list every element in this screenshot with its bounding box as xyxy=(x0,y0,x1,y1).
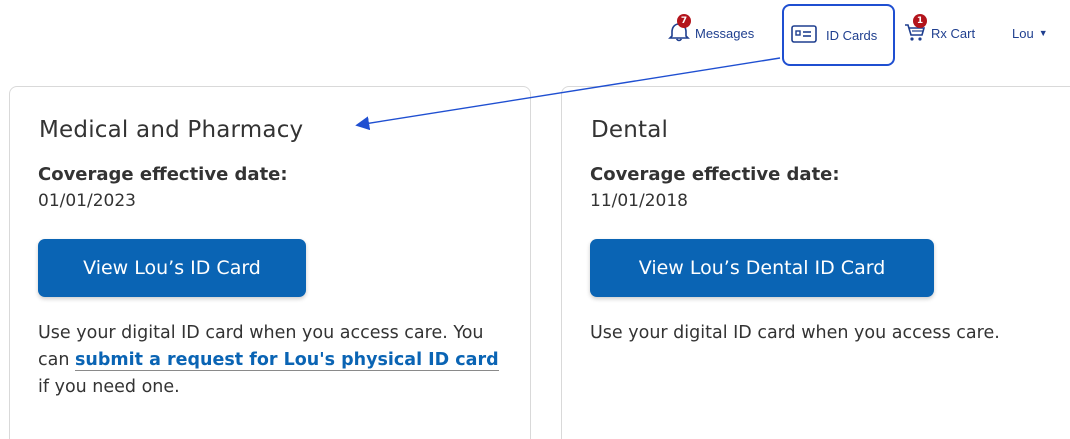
view-id-card-button[interactable]: View Lou’s ID Card xyxy=(38,239,306,297)
user-menu[interactable]: Lou ▼ xyxy=(1012,18,1048,48)
rx-cart-link[interactable]: 1 Rx Cart xyxy=(904,13,976,48)
medical-help-text: Use your digital ID card when you access… xyxy=(38,320,508,401)
id-cards-link[interactable]: ID Cards xyxy=(782,4,895,66)
view-dental-id-card-button[interactable]: View Lou’s Dental ID Card xyxy=(590,239,934,297)
messages-link[interactable]: 7 Messages xyxy=(668,13,755,48)
medical-coverage-label: Coverage effective date: xyxy=(38,164,288,185)
chevron-down-icon: ▼ xyxy=(1038,28,1048,38)
medical-card-title: Medical and Pharmacy xyxy=(39,117,304,143)
cart-icon: 1 xyxy=(904,13,927,45)
dental-card: Dental Coverage effective date: 11/01/20… xyxy=(561,86,1070,439)
rx-cart-label: Rx Cart xyxy=(931,25,976,41)
dental-card-title: Dental xyxy=(591,117,669,143)
id-card-icon xyxy=(791,24,817,46)
messages-badge: 7 xyxy=(677,13,691,28)
dental-coverage-label: Coverage effective date: xyxy=(590,164,840,185)
id-cards-label: ID Cards xyxy=(826,27,878,43)
medical-coverage-date: 01/01/2023 xyxy=(38,191,136,211)
user-label: Lou xyxy=(1012,25,1034,41)
cart-badge: 1 xyxy=(913,13,927,28)
medical-pharmacy-card: Medical and Pharmacy Coverage effective … xyxy=(9,86,531,439)
dental-help-text: Use your digital ID card when you access… xyxy=(590,323,1000,343)
medical-help-suffix: if you need one. xyxy=(38,377,180,397)
messages-label: Messages xyxy=(695,25,755,41)
request-physical-id-card-link[interactable]: submit a request for Lou's physical ID c… xyxy=(75,350,499,371)
top-navigation: 7 Messages ID Cards 1 Rx Cart Lou ▼ xyxy=(0,0,1070,66)
bell-icon: 7 xyxy=(668,13,691,45)
dental-coverage-date: 11/01/2018 xyxy=(590,191,688,211)
